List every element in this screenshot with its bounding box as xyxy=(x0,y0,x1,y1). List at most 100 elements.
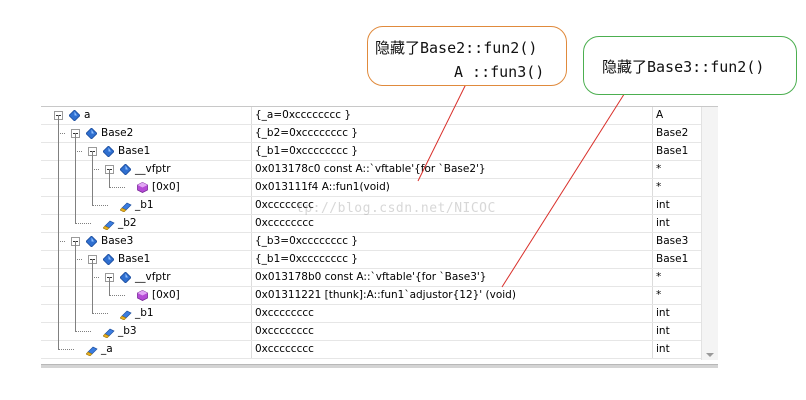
row-name: _b3 xyxy=(118,325,137,337)
tree-connector xyxy=(58,133,65,134)
type-cell: A xyxy=(652,107,705,124)
field-icon xyxy=(102,218,115,231)
value-cell[interactable]: {_a=0xcccccccc } xyxy=(251,107,655,124)
row-name: [0x0] xyxy=(152,289,180,301)
class-icon xyxy=(102,145,115,158)
row-name: [0x0] xyxy=(152,181,180,193)
type-cell: * xyxy=(652,269,705,286)
type-cell: Base1 xyxy=(652,251,705,268)
row-name: Base3 xyxy=(101,235,134,247)
name-cell: _b1 xyxy=(41,305,249,322)
tree-connector xyxy=(109,277,110,295)
class-icon xyxy=(85,127,98,140)
value-cell[interactable]: 0xcccccccc xyxy=(251,341,655,358)
type-cell: Base1 xyxy=(652,143,705,160)
tree-connector xyxy=(92,151,93,205)
watch-row[interactable]: Base2 {_b2=0xcccccccc } Base2 xyxy=(41,125,701,143)
row-name: _a xyxy=(101,343,113,355)
watch-rows: a {_a=0xcccccccc } A Base2 {_b2=0xcccccccc }… xyxy=(41,107,701,359)
scroll-down-arrow-icon[interactable] xyxy=(706,353,714,357)
watch-row[interactable]: __vfptr 0x013178c0 const A::`vftable'{for… xyxy=(41,161,701,179)
type-cell: Base3 xyxy=(652,233,705,250)
value-cell[interactable]: {_b2=0xcccccccc } xyxy=(251,125,655,142)
watch-row[interactable]: Base3 {_b3=0xcccccccc } Base3 xyxy=(41,233,701,251)
name-cell: a xyxy=(41,107,249,124)
name-cell: [0x0] xyxy=(41,287,249,304)
value-cell[interactable]: 0xcccccccc xyxy=(251,305,655,322)
tree-connector xyxy=(75,259,82,260)
name-cell: Base1 xyxy=(41,143,249,160)
name-cell: Base3 xyxy=(41,233,249,250)
type-cell: int xyxy=(652,215,705,232)
watch-row[interactable]: _b1 0xcccccccc int xyxy=(41,305,701,323)
watch-row[interactable]: _a 0xcccccccc int xyxy=(41,341,701,359)
row-name: a xyxy=(84,109,91,121)
name-cell: __vfptr xyxy=(41,161,249,178)
field-icon xyxy=(119,200,132,213)
tree-connector xyxy=(75,151,82,152)
class-icon xyxy=(102,253,115,266)
tree-connector xyxy=(109,187,125,188)
name-cell: __vfptr xyxy=(41,269,249,286)
callout-hidden-base3-fun2: 隐藏了Base3::fun2() xyxy=(583,36,797,95)
tree-connector xyxy=(58,241,65,242)
value-cell[interactable]: 0x013178c0 const A::`vftable'{for `Base2… xyxy=(251,161,655,178)
field-icon xyxy=(85,344,98,357)
type-cell: * xyxy=(652,287,705,304)
watch-row[interactable]: _b3 0xcccccccc int xyxy=(41,323,701,341)
value-cell[interactable]: {_b3=0xcccccccc } xyxy=(251,233,655,250)
watch-row[interactable]: Base1 {_b1=0xcccccccc } Base1 xyxy=(41,143,701,161)
tree-connector xyxy=(92,277,99,278)
class-icon xyxy=(119,163,132,176)
row-name: Base1 xyxy=(118,145,151,157)
row-name: Base2 xyxy=(101,127,134,139)
value-cell[interactable]: 0x013111f4 A::fun1(void) xyxy=(251,179,655,196)
watch-row[interactable]: Base1 {_b1=0xcccccccc } Base1 xyxy=(41,251,701,269)
tree-connector xyxy=(109,295,125,296)
watch-row[interactable]: [0x0] 0x01311221 [thunk]:A::fun1`adjustor… xyxy=(41,287,701,305)
horizontal-scrollbar[interactable] xyxy=(41,364,718,368)
tree-connector xyxy=(92,259,93,313)
name-cell: _b2 xyxy=(41,215,249,232)
row-name: __vfptr xyxy=(135,271,171,283)
name-cell: _b1 xyxy=(41,197,249,214)
watch-row[interactable]: _b2 0xcccccccc int xyxy=(41,215,701,233)
type-cell: * xyxy=(652,161,705,178)
value-cell[interactable]: 0xcccccccc xyxy=(251,323,655,340)
watch-row[interactable]: __vfptr 0x013178b0 const A::`vftable'{for… xyxy=(41,269,701,287)
type-cell: * xyxy=(652,179,705,196)
tree-connector xyxy=(75,133,76,223)
row-name: Base1 xyxy=(118,253,151,265)
value-cell[interactable]: 0xcccccccc xyxy=(251,215,655,232)
class-icon xyxy=(119,271,132,284)
tree-connector xyxy=(75,223,91,224)
value-cell[interactable]: 0x01311221 [thunk]:A::fun1`adjustor{12}'… xyxy=(251,287,655,304)
name-cell: _b3 xyxy=(41,323,249,340)
watch-row[interactable]: a {_a=0xcccccccc } A xyxy=(41,107,701,125)
row-name: _b2 xyxy=(118,217,137,229)
watch-window: a {_a=0xcccccccc } A Base2 {_b2=0xcccccccc }… xyxy=(41,106,718,360)
tree-connector xyxy=(75,331,91,332)
type-cell: int xyxy=(652,197,705,214)
name-cell: [0x0] xyxy=(41,179,249,196)
callout1-line2: A ::fun3() xyxy=(454,63,545,81)
method-icon xyxy=(137,182,148,193)
name-cell: Base2 xyxy=(41,125,249,142)
vertical-scrollbar[interactable] xyxy=(701,107,718,360)
method-icon xyxy=(137,290,148,301)
callout2-line1: 隐藏了Base3::fun2() xyxy=(602,58,765,76)
callout-hidden-base2-fun2: 隐藏了Base2::fun2() A ::fun3() xyxy=(367,26,567,86)
field-icon xyxy=(119,308,132,321)
watch-row[interactable]: [0x0] 0x013111f4 A::fun1(void) * xyxy=(41,179,701,197)
tree-connector xyxy=(58,349,74,350)
row-name: _b1 xyxy=(135,199,154,211)
tree-connector xyxy=(75,241,76,331)
type-cell: int xyxy=(652,323,705,340)
class-icon xyxy=(85,235,98,248)
value-cell[interactable]: {_b1=0xcccccccc } xyxy=(251,143,655,160)
callout1-line1: 隐藏了Base2::fun2() xyxy=(375,39,538,57)
field-icon xyxy=(102,326,115,339)
value-cell[interactable]: {_b1=0xcccccccc } xyxy=(251,251,655,268)
value-cell[interactable]: 0x013178b0 const A::`vftable'{for `Base3… xyxy=(251,269,655,286)
tree-connector xyxy=(58,115,59,349)
